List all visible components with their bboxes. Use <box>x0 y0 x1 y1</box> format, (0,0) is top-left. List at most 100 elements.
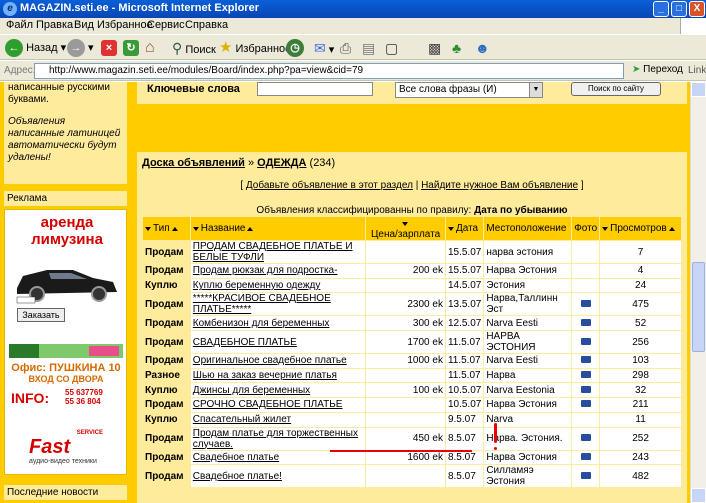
date-cell: 11.5.07 <box>444 353 485 369</box>
table-row[interactable]: Разное Шью на заказ вечерние платья 11.5.0… <box>142 367 682 384</box>
title-link[interactable]: Комбенизон для беременных <box>189 315 367 332</box>
title-link[interactable]: Продам платье для торжественных случаев. <box>189 426 367 451</box>
camera-icon <box>580 356 591 364</box>
table-row[interactable]: Продам Комбенизон для беременных 300 ek 12.… <box>142 315 682 332</box>
favorites-button[interactable]: ★ Избранное <box>219 38 291 58</box>
table-row[interactable]: Продам Свадебное платье! 8.5.07 Силламяэ Эс… <box>142 464 682 489</box>
menu-tools[interactable]: Сервис <box>147 19 185 31</box>
plugin-button[interactable]: ♣ <box>452 38 461 58</box>
camera-icon <box>580 337 591 345</box>
title-link[interactable]: Продам рюкзак для подростка- <box>189 263 367 279</box>
home-button[interactable]: ⌂ <box>145 38 155 58</box>
table-row[interactable]: Продам СРОЧНО СВАДЕБНОЕ ПЛАТЬЕ 10.5.07 Нарв… <box>142 397 682 413</box>
type-cell: Продам <box>142 263 191 279</box>
price-cell <box>365 464 446 489</box>
search-mode-select[interactable]: Все слова фразы (И) ▼ <box>395 82 543 98</box>
table-row[interactable]: Продам Оригинальное свадебное платье 1000 … <box>142 353 682 369</box>
forward-arrow-icon: → <box>67 39 85 58</box>
photo-cell <box>571 263 601 279</box>
scroll-down-button[interactable] <box>691 488 706 503</box>
discuss-button[interactable]: ▢ <box>385 38 398 58</box>
location-cell: Narva Eesti <box>483 353 573 369</box>
header-price[interactable]: Цена/зарплата <box>365 216 446 241</box>
type-cell: Продам <box>142 330 191 355</box>
stop-button[interactable]: × <box>101 38 117 58</box>
table-row[interactable]: Куплю Джинсы для беременных 100 ek 10.5.07 N… <box>142 382 682 399</box>
office-info-label: INFO: <box>11 390 50 406</box>
table-row[interactable]: Продам ПРОДАМ СВАДЕБНОЕ ПЛАТЬЕ И БЕЛЫЕ ТУ… <box>142 240 682 264</box>
links-button[interactable]: Links <box>688 65 706 76</box>
mail-button[interactable]: ✉ ▾ <box>314 38 334 58</box>
camera-icon <box>580 299 591 307</box>
header-date[interactable]: Дата <box>444 216 485 241</box>
header-type[interactable]: Тип <box>142 216 191 241</box>
keywords-input[interactable] <box>257 82 373 96</box>
title-link[interactable]: Свадебное платье <box>189 449 367 466</box>
table-row[interactable]: Продам Продам платье для торжественных сл… <box>142 426 682 451</box>
breadcrumb-board-link[interactable]: Доска объявлений <box>142 157 245 169</box>
table-row[interactable]: Куплю Спасательный жилет 9.5.07 Narva 11 <box>142 411 682 428</box>
scroll-thumb[interactable] <box>692 262 705 352</box>
edit-button[interactable]: ▤ <box>362 38 375 58</box>
site-search-button[interactable]: Поиск по сайту <box>571 82 661 96</box>
scroll-up-button[interactable] <box>691 82 706 97</box>
table-row[interactable]: Продам Продам рюкзак для подростка- 200 ek… <box>142 263 682 279</box>
views-cell: 256 <box>599 330 682 355</box>
fast-service-ad[interactable]: SERVICE Fast аудио-видео техники <box>29 430 103 470</box>
date-cell: 8.5.07 <box>444 449 485 466</box>
title-link[interactable]: ПРОДАМ СВАДЕБНОЕ ПЛАТЬЕ И БЕЛЫЕ ТУФЛИ <box>189 240 367 264</box>
address-bar: Адрес: http://www.magazin.seti.ee/module… <box>0 61 706 81</box>
header-title[interactable]: Название <box>189 216 367 241</box>
views-cell: 32 <box>599 382 682 399</box>
photo-cell <box>571 330 601 355</box>
add-ad-link[interactable]: Добавьте объявление в этот раздел <box>246 180 413 191</box>
go-button[interactable]: ➤ Переход <box>632 64 683 75</box>
forward-button[interactable]: → ▾ <box>67 38 94 58</box>
search-button[interactable]: ⚲ Поиск <box>172 38 216 58</box>
address-label: Адрес: <box>4 65 36 76</box>
menu-view[interactable]: Вид <box>74 19 94 31</box>
vertical-scrollbar[interactable] <box>690 82 706 503</box>
limo-order-button[interactable]: Заказать <box>17 308 65 322</box>
print-button[interactable]: ⎙ <box>340 38 351 58</box>
title-link[interactable]: *****КРАСИВОЕ СВАДЕБНОЕ ПЛАТЬЕ***** <box>189 292 367 317</box>
price-cell: 1600 ek <box>365 449 446 466</box>
date-cell: 13.5.07 <box>444 292 485 317</box>
price-cell <box>365 367 446 384</box>
table-row[interactable]: Продам *****КРАСИВОЕ СВАДЕБНОЕ ПЛАТЬЕ****… <box>142 292 682 317</box>
table-row[interactable]: Продам Свадебное платье 1600 ek 8.5.07 Нарва… <box>142 449 682 466</box>
close-button[interactable]: X <box>689 1 705 17</box>
title-link[interactable]: СВАДЕБНОЕ ПЛАТЬЕ <box>189 330 367 355</box>
title-link[interactable]: Оригинальное свадебное платье <box>189 353 367 369</box>
news-title: Последние новости <box>4 485 127 500</box>
table-row[interactable]: Куплю Куплю беременную одежду 14.5.07 Эстон… <box>142 277 682 294</box>
limo-ad[interactable]: аренда лимузина Заказать <box>13 214 121 324</box>
title-link[interactable]: Джинсы для беременных <box>189 382 367 399</box>
menu-edit[interactable]: Правка <box>36 19 73 31</box>
title-link[interactable]: Свадебное платье! <box>189 464 367 489</box>
address-input[interactable]: http://www.magazin.seti.ee/modules/Board… <box>34 63 624 79</box>
messenger-button[interactable]: ▩ <box>428 38 441 58</box>
refresh-button[interactable]: ↻ <box>123 38 139 58</box>
go-arrow-icon: ➤ <box>632 64 641 75</box>
history-button[interactable]: ◷ <box>286 38 304 58</box>
title-link[interactable]: СРОЧНО СВАДЕБНОЕ ПЛАТЬЕ <box>189 397 367 413</box>
breadcrumb-category-link[interactable]: ОДЕЖДА <box>257 157 306 169</box>
find-ad-link[interactable]: Найдите нужное Вам объявление <box>421 180 578 191</box>
maximize-button[interactable]: □ <box>671 1 687 17</box>
title-link[interactable]: Куплю беременную одежду <box>189 277 367 294</box>
header-views[interactable]: Просмотров <box>599 216 682 241</box>
table-row[interactable]: Продам СВАДЕБНОЕ ПЛАТЬЕ 1700 ek 11.5.07 НАРВ… <box>142 330 682 355</box>
menu-file[interactable]: Файл <box>6 19 33 31</box>
office-ad[interactable]: Офис: ПУШКИНА 10 ВХОД СО ДВОРА INFO: 55 … <box>9 342 123 420</box>
title-link[interactable]: Спасательный жилет <box>189 411 367 428</box>
camera-icon <box>580 452 591 460</box>
back-button[interactable]: ← Назад ▾ <box>5 38 66 58</box>
menu-favorites[interactable]: Избранное <box>97 19 153 31</box>
home-icon: ⌂ <box>145 39 155 56</box>
title-link[interactable]: Шью на заказ вечерние платья <box>189 367 367 384</box>
title-bar: e MAGAZIN.seti.ee - Microsoft Internet E… <box>0 0 706 18</box>
menu-help[interactable]: Справка <box>185 19 228 31</box>
minimize-button[interactable]: _ <box>653 1 669 17</box>
users-button[interactable]: ☻ <box>475 38 490 58</box>
